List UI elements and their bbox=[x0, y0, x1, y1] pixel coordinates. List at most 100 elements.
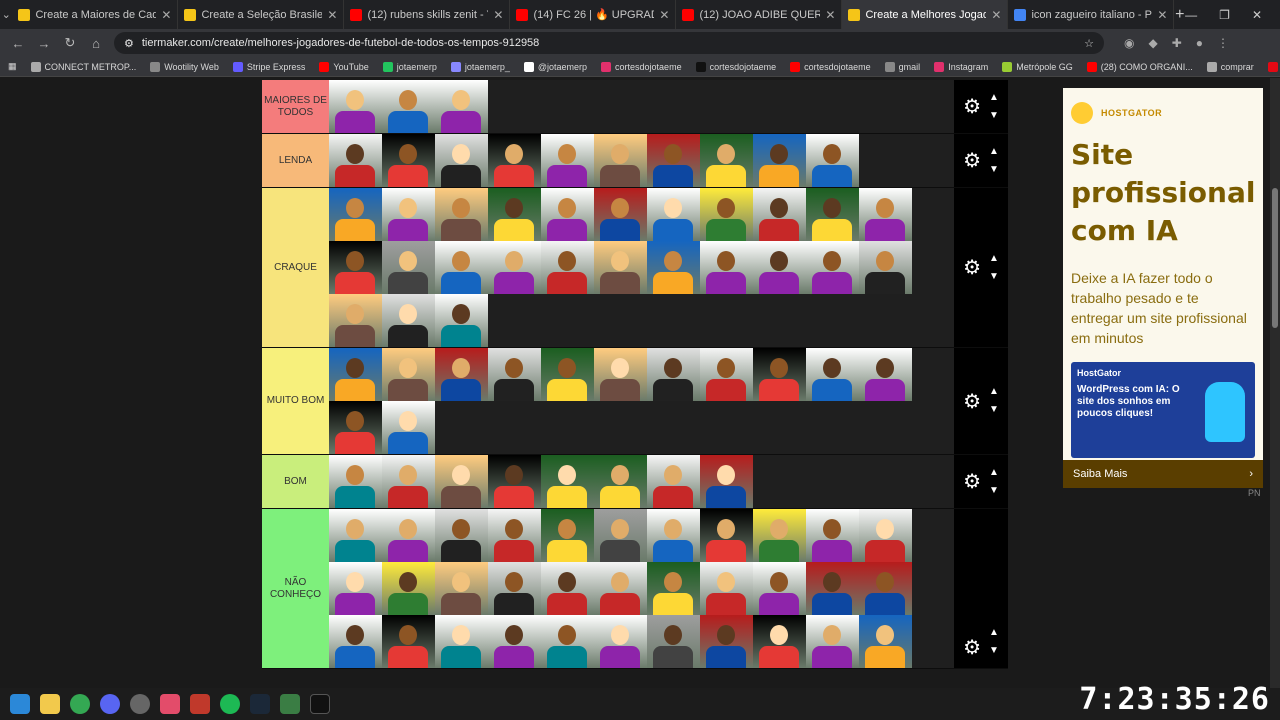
move-down-icon[interactable]: ▼ bbox=[989, 642, 999, 660]
player-card[interactable] bbox=[541, 509, 594, 562]
tier-label[interactable]: CRAQUE bbox=[262, 188, 329, 347]
tier-label[interactable]: NÃO CONHEÇO bbox=[262, 509, 329, 668]
bookmark-item[interactable]: Netflix bbox=[1267, 61, 1280, 72]
advertisement[interactable]: HOSTGATOR Site profissional com IA Deixe… bbox=[1063, 88, 1263, 488]
player-card[interactable] bbox=[859, 562, 912, 615]
bookmark-item[interactable]: YouTube bbox=[319, 61, 369, 72]
player-card[interactable] bbox=[647, 509, 700, 562]
player-card[interactable] bbox=[753, 188, 806, 241]
player-card[interactable] bbox=[753, 241, 806, 294]
player-card[interactable] bbox=[435, 562, 488, 615]
player-card[interactable] bbox=[541, 455, 594, 508]
player-card[interactable] bbox=[382, 509, 435, 562]
browser-tab[interactable]: (12) rubens skills zenit - YouTu ✕ bbox=[344, 0, 511, 29]
player-card[interactable] bbox=[806, 134, 859, 187]
steam-icon[interactable] bbox=[250, 694, 270, 714]
player-card[interactable] bbox=[700, 615, 753, 668]
scrollbar[interactable] bbox=[1270, 78, 1280, 688]
player-card[interactable] bbox=[435, 241, 488, 294]
player-card[interactable] bbox=[859, 509, 912, 562]
player-card[interactable] bbox=[541, 562, 594, 615]
back-icon[interactable]: ← bbox=[10, 36, 26, 51]
player-card[interactable] bbox=[859, 188, 912, 241]
bookmark-star-icon[interactable]: ☆ bbox=[1084, 37, 1094, 50]
app-icon[interactable] bbox=[310, 694, 330, 714]
player-card[interactable] bbox=[647, 562, 700, 615]
bookmark-item[interactable]: Wootility Web bbox=[150, 61, 219, 72]
player-card[interactable] bbox=[594, 562, 647, 615]
browser-tab[interactable]: Create a Melhores Jogadores D ✕ bbox=[842, 0, 1009, 29]
player-card[interactable] bbox=[594, 241, 647, 294]
extensions-puzzle-icon[interactable]: ✚ bbox=[1172, 36, 1182, 50]
player-card[interactable] bbox=[541, 134, 594, 187]
player-card[interactable] bbox=[806, 509, 859, 562]
app-icon[interactable] bbox=[280, 694, 300, 714]
player-card[interactable] bbox=[329, 294, 382, 347]
tab-close-icon[interactable]: ✕ bbox=[161, 8, 171, 22]
close-window-icon[interactable]: ✕ bbox=[1252, 8, 1262, 22]
player-card[interactable] bbox=[594, 134, 647, 187]
player-card[interactable] bbox=[753, 134, 806, 187]
player-card[interactable] bbox=[647, 615, 700, 668]
ad-cta-button[interactable]: Saiba Mais › bbox=[1063, 460, 1263, 488]
player-card[interactable] bbox=[488, 562, 541, 615]
gear-icon[interactable]: ⚙ bbox=[963, 148, 981, 173]
tab-search-button[interactable]: ⌄ bbox=[0, 0, 12, 29]
player-card[interactable] bbox=[753, 509, 806, 562]
player-card[interactable] bbox=[329, 455, 382, 508]
player-card[interactable] bbox=[859, 241, 912, 294]
player-card[interactable] bbox=[541, 615, 594, 668]
player-card[interactable] bbox=[859, 615, 912, 668]
player-card[interactable] bbox=[700, 188, 753, 241]
player-card[interactable] bbox=[329, 188, 382, 241]
player-card[interactable] bbox=[488, 455, 541, 508]
player-card[interactable] bbox=[488, 188, 541, 241]
bookmark-item[interactable]: CONNECT METROP... bbox=[30, 61, 136, 72]
url-field[interactable]: ⚙ tiermaker.com/create/melhores-jogadore… bbox=[114, 32, 1104, 54]
extension-icon[interactable]: ◉ bbox=[1124, 36, 1134, 50]
player-card[interactable] bbox=[753, 615, 806, 668]
apps-icon[interactable]: ▦ bbox=[8, 61, 17, 72]
player-card[interactable] bbox=[435, 134, 488, 187]
move-down-icon[interactable]: ▼ bbox=[989, 482, 999, 500]
player-card[interactable] bbox=[488, 348, 541, 401]
scrollbar-thumb[interactable] bbox=[1272, 188, 1278, 328]
bookmark-item[interactable]: @jotaemerp bbox=[523, 61, 587, 72]
player-card[interactable] bbox=[594, 509, 647, 562]
bookmark-item[interactable]: cortesdojotaeme bbox=[695, 61, 776, 72]
player-card[interactable] bbox=[435, 509, 488, 562]
player-card[interactable] bbox=[647, 455, 700, 508]
tab-close-icon[interactable]: ✕ bbox=[991, 8, 1001, 22]
browser-tab[interactable]: Create a Maiores de Cada Estad ✕ bbox=[12, 0, 179, 29]
tier-items[interactable] bbox=[329, 455, 954, 508]
player-card[interactable] bbox=[382, 615, 435, 668]
spotify-icon[interactable] bbox=[220, 694, 240, 714]
player-card[interactable] bbox=[806, 348, 859, 401]
restore-icon[interactable]: ❐ bbox=[1219, 8, 1230, 22]
tab-close-icon[interactable]: ✕ bbox=[1157, 8, 1167, 22]
bookmark-item[interactable]: Instagram bbox=[934, 61, 988, 72]
tab-close-icon[interactable]: ✕ bbox=[825, 8, 835, 22]
player-card[interactable] bbox=[806, 615, 859, 668]
bookmark-item[interactable]: jotaemerp_ bbox=[450, 61, 510, 72]
player-card[interactable] bbox=[435, 615, 488, 668]
ad-banner[interactable]: HostGator WordPress com IA: O site dos s… bbox=[1071, 362, 1255, 458]
player-card[interactable] bbox=[647, 134, 700, 187]
new-tab-button[interactable]: + bbox=[1174, 6, 1185, 24]
tab-close-icon[interactable]: ✕ bbox=[493, 8, 503, 22]
tier-label[interactable]: LENDA bbox=[262, 134, 329, 187]
player-card[interactable] bbox=[435, 455, 488, 508]
tab-close-icon[interactable]: ✕ bbox=[659, 8, 669, 22]
tier-items[interactable] bbox=[329, 134, 954, 187]
player-card[interactable] bbox=[435, 80, 488, 133]
player-card[interactable] bbox=[435, 188, 488, 241]
forward-icon[interactable]: → bbox=[36, 36, 52, 51]
player-card[interactable] bbox=[753, 562, 806, 615]
player-card[interactable] bbox=[594, 348, 647, 401]
windows-start-icon[interactable] bbox=[10, 694, 30, 714]
move-down-icon[interactable]: ▼ bbox=[989, 107, 999, 125]
minimize-icon[interactable]: — bbox=[1185, 8, 1197, 22]
gear-icon[interactable]: ⚙ bbox=[963, 469, 981, 494]
player-card[interactable] bbox=[753, 348, 806, 401]
player-card[interactable] bbox=[382, 455, 435, 508]
